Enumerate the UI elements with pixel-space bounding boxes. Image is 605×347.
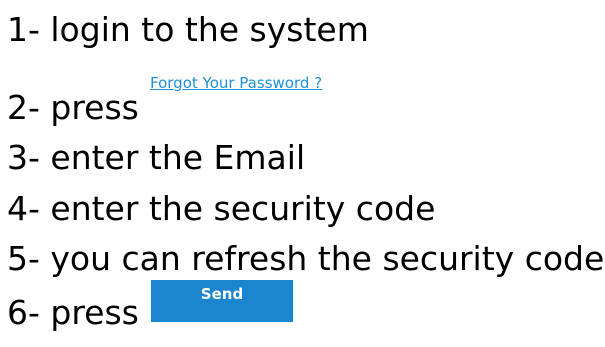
- step-6-text: 6- press: [7, 293, 139, 332]
- send-button[interactable]: Send: [151, 280, 293, 322]
- forgot-password-link[interactable]: Forgot Your Password ?: [150, 74, 322, 92]
- step-4-text: 4- enter the security code: [7, 189, 436, 228]
- step-1-text: 1- login to the system: [7, 10, 369, 49]
- step-5-text: 5- you can refresh the security code: [7, 239, 605, 278]
- step-2-text: 2- press: [7, 88, 139, 127]
- step-3-text: 3- enter the Email: [7, 138, 306, 177]
